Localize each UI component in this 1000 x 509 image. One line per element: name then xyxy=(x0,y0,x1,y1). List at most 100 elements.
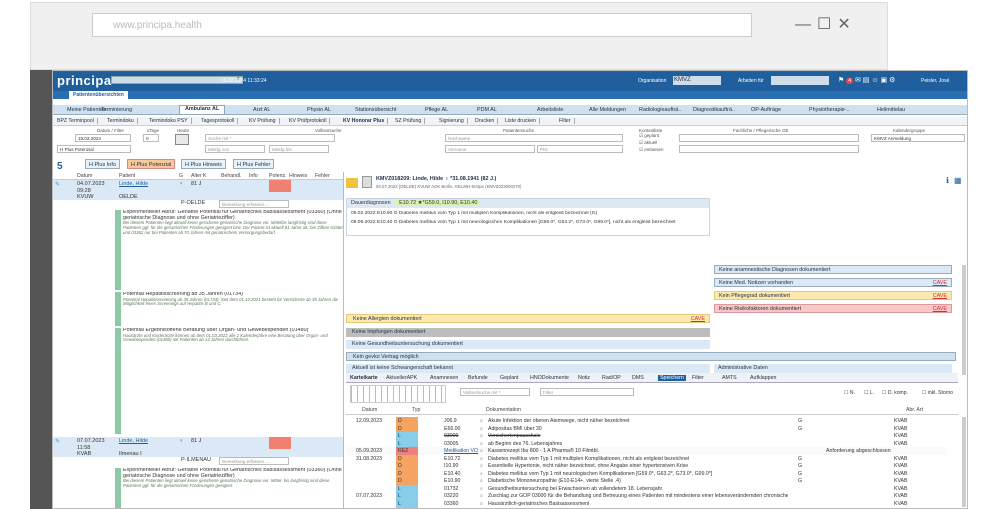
xtage-input[interactable]: 0 xyxy=(143,134,159,142)
tab-5[interactable]: Stationsübersicht xyxy=(355,107,396,113)
subtab-3[interactable]: Tagesprotokoll xyxy=(201,118,239,124)
patient-row[interactable]: ✎ 04.07.2023 09:28 Linde, Hilde ♀ 81 J K… xyxy=(53,180,343,200)
org-select[interactable]: KMVZ xyxy=(673,76,721,85)
window-controls[interactable]: —☐✕ xyxy=(795,14,857,34)
maximize-icon[interactable]: ☐ xyxy=(817,16,837,33)
hplus-button-3[interactable]: H Plus Fehler xyxy=(233,159,275,169)
info-anamn[interactable]: Keine anamnestische Diagnosen dokumentie… xyxy=(714,265,952,274)
info-admin[interactable]: Administrative Daten xyxy=(714,364,952,373)
minimize-icon[interactable]: — xyxy=(795,16,817,33)
opt-n[interactable]: ☐ N. xyxy=(844,390,855,396)
dauer-row[interactable]: 05.09.2022 E10.40 G Diabetes mellitus vo… xyxy=(351,220,707,226)
meldg-bis-input[interactable]: Meldg bis xyxy=(269,145,329,153)
col-3[interactable]: Alter xyxy=(191,173,202,179)
col-0[interactable]: Datum xyxy=(77,173,92,179)
doctab-5[interactable]: HNODokumente xyxy=(530,375,569,381)
tab-9[interactable]: Alle Meldungen xyxy=(589,107,626,113)
filter-select[interactable]: Filter xyxy=(540,388,634,396)
tab-12[interactable]: OP-Aufträge xyxy=(751,107,781,113)
info-pflegegrad[interactable]: Kein Pflegegrad dokumentiert CAVE xyxy=(714,291,952,300)
patient-link[interactable]: Linde, Hilde xyxy=(119,181,148,187)
subtab-4[interactable]: KV Prüfung xyxy=(249,118,280,124)
patient-row[interactable]: ✎ 07.07.2023 11:58 Linde, Hilde ♀ 81 J K… xyxy=(53,437,343,457)
col-9[interactable]: Fehler xyxy=(315,173,330,179)
subtab-11[interactable]: Filter xyxy=(559,118,575,124)
subtab-1[interactable]: Termindoku xyxy=(107,118,138,124)
subtab-6[interactable]: KV Honorar Plus xyxy=(343,118,389,124)
hint-item[interactable]: Potential Hepatitisscreening ab 35 Jahre… xyxy=(123,292,343,326)
hplus-button-1[interactable]: H Plus Potenzial xyxy=(127,159,176,169)
pid-input[interactable]: PID xyxy=(537,145,623,153)
doctab-12[interactable]: Aufklappen xyxy=(750,375,777,381)
note-input[interactable]: Bemerkung erfassen ... xyxy=(219,200,289,208)
impfungen-row[interactable]: Keine Impfungen dokumentiert xyxy=(346,328,710,337)
timeline-bar[interactable] xyxy=(350,385,446,403)
doctab-8[interactable]: DMS xyxy=(632,375,644,381)
user-name[interactable]: Peisler, José xyxy=(921,78,949,84)
tab-4[interactable]: Physio AL xyxy=(307,107,331,113)
note-input[interactable]: Bemerkung erfassen ... xyxy=(219,457,289,465)
calendar-small-icon[interactable]: ▦ xyxy=(954,176,962,185)
tab-11[interactable]: Diagnostikaufträ.. xyxy=(693,107,735,113)
doctab-9[interactable]: Speichern xyxy=(658,375,686,381)
dauer-chip[interactable]: E10.72 ★*G59.0, I10.90, E10.40 xyxy=(396,200,481,206)
gesundheit-row[interactable]: Keine Gesundheitsuntersuchung dokumentie… xyxy=(346,340,710,349)
plus-select[interactable]: H Plus Potenzial xyxy=(57,145,131,153)
tab-2[interactable]: Ambulanz AL xyxy=(179,105,226,115)
subtab-10[interactable]: Liste drucken xyxy=(505,118,540,124)
subtab-2[interactable]: Termindoku PSY xyxy=(149,118,192,124)
arbeiten-select[interactable] xyxy=(771,76,829,85)
col-8[interactable]: Hinweis xyxy=(289,173,307,179)
tab-7[interactable]: PDM AL xyxy=(477,107,497,113)
doctab-1[interactable]: AktuellerAPK xyxy=(386,375,417,381)
doctab-10[interactable]: Filter xyxy=(692,375,704,381)
chat-icon[interactable]: ✉ xyxy=(855,77,861,84)
tab-8[interactable]: Arbeitsliste xyxy=(537,107,563,113)
dauer-row[interactable]: 05.02.2022 E10.90 G Diabetes mellitus vo… xyxy=(351,211,707,216)
geplant-checkbox[interactable]: ☑ geplant xyxy=(639,133,659,139)
aktuell-checkbox[interactable]: ☑ aktuell xyxy=(639,140,657,146)
col-6[interactable]: Info xyxy=(249,173,258,179)
subtab-9[interactable]: Drucken xyxy=(475,118,499,124)
gevko-row[interactable]: Kein gevko Vertrag möglich xyxy=(346,352,956,361)
tab-14[interactable]: Heilmittelau xyxy=(877,107,905,113)
col-2[interactable]: G xyxy=(179,173,183,179)
col-7[interactable]: Potenz. xyxy=(269,173,287,179)
tab-patientenuebersichten[interactable]: Patientenübersichten xyxy=(69,91,128,99)
cart-icon[interactable]: ▤ xyxy=(863,77,870,84)
allergien-row[interactable]: Keine Allergien dokumentiert CAVE xyxy=(346,314,710,323)
doctab-3[interactable]: Befunde xyxy=(468,375,488,381)
subtab-5[interactable]: KV Prüfprotokoll xyxy=(289,118,331,124)
info-icon[interactable]: ℹ xyxy=(946,176,949,185)
info-risiko[interactable]: Keine Risikofaktoren dokumentiert CAVE xyxy=(714,304,952,313)
suche-input[interactable]: Suche mit * xyxy=(205,134,335,142)
patient-link[interactable]: Linde, Hilde xyxy=(119,438,148,444)
col-5[interactable]: Behandl. xyxy=(221,173,241,179)
person-icon[interactable]: ☺ xyxy=(871,77,878,84)
scrollbar[interactable] xyxy=(962,417,966,507)
hplus-button-2[interactable]: H Plus Hinweis xyxy=(181,159,226,169)
kalender-select[interactable]: KMVZ Anmeldung xyxy=(871,134,965,142)
col-4[interactable]: K xyxy=(203,173,206,179)
tab-6[interactable]: Pflege AL xyxy=(425,107,448,113)
doctab-7[interactable]: Rad/OP xyxy=(602,375,621,381)
comment-icon[interactable]: ✎ xyxy=(55,438,60,445)
doctab-6[interactable]: Notiz xyxy=(578,375,590,381)
close-icon[interactable]: ✕ xyxy=(837,16,856,33)
subtab-7[interactable]: SZ Prüfung xyxy=(395,118,426,124)
hint-item[interactable]: Potential Ergebnisoffene Beratung über O… xyxy=(123,328,343,434)
comment-icon[interactable]: ✎ xyxy=(55,181,60,188)
doctab-4[interactable]: Geplant xyxy=(500,375,519,381)
doctab-2[interactable]: Anamnesen xyxy=(430,375,458,381)
subtab-8[interactable]: Signierung xyxy=(439,118,468,124)
tab-3[interactable]: Arzt AL xyxy=(253,107,270,113)
url-bar[interactable]: www.principa.health xyxy=(92,13,752,37)
opt-d[interactable]: ☐ D. komp. xyxy=(882,390,908,396)
scrollbar[interactable] xyxy=(962,265,966,375)
vorname-input[interactable]: Vorname xyxy=(445,145,535,153)
hplus-button-0[interactable]: H Plus Info xyxy=(85,159,120,169)
calendar-icon[interactable] xyxy=(175,134,189,145)
col-1[interactable]: Patient xyxy=(119,173,135,179)
tab-1[interactable]: Terminierung xyxy=(101,107,132,113)
nachname-input[interactable]: Nachname xyxy=(445,134,623,142)
